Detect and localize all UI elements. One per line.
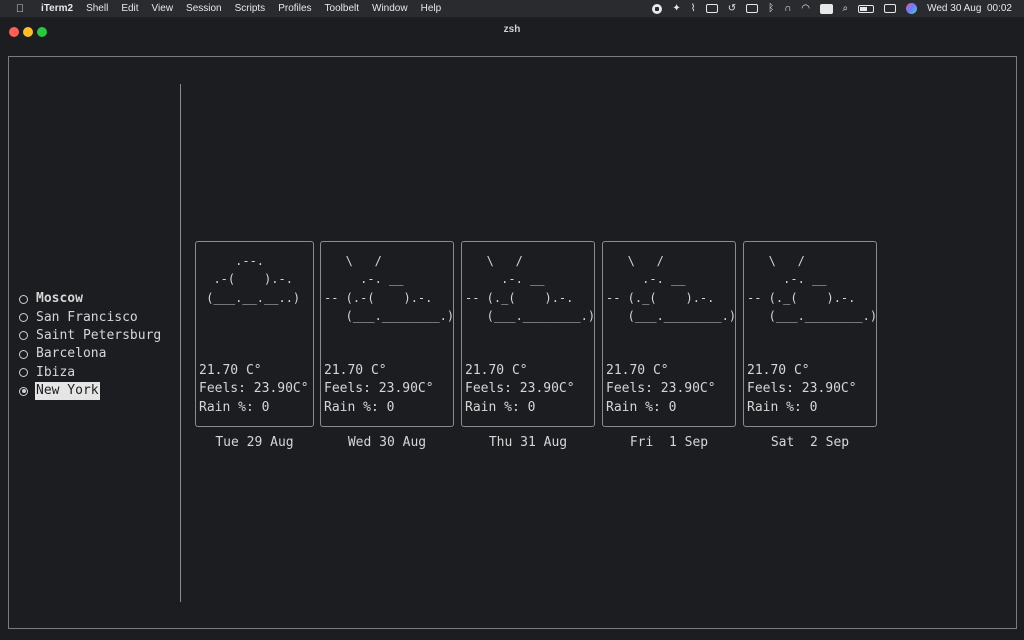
rain-chance: Rain %: 0 [747, 399, 818, 415]
radio-icon[interactable] [19, 313, 28, 323]
wifi-icon[interactable]: ◠ [801, 3, 810, 14]
forecast-card: \ / .-. __ -- (._( ).-. (___.________.) … [461, 241, 595, 427]
weather-ascii-icon: \ / .-. __ -- (.-( ).-. (___.________.) [324, 254, 455, 324]
city-item-ibiza[interactable]: Ibiza [19, 364, 162, 382]
weather-ascii-icon: \ / .-. __ -- (._( ).-. (___.________.) [747, 254, 878, 324]
menu-help[interactable]: Help [421, 3, 442, 14]
feels-like: Feels: 23.90C° [747, 381, 857, 397]
city-item-barcelona[interactable]: Barcelona [19, 345, 162, 363]
window-title: zsh [503, 24, 521, 35]
day-label: Wed 30 Aug [347, 435, 427, 450]
terminal-frame[interactable]: Moscow San Francisco Saint Petersburg Ba… [8, 56, 1017, 629]
menu-shell[interactable]: Shell [86, 3, 108, 14]
weather-values: 21.70 C° Feels: 23.90C° Rain %: 0 [465, 362, 575, 417]
control-center-icon[interactable] [884, 4, 897, 13]
forecast-card: \ / .-. __ -- (._( ).-. (___.________.) … [743, 241, 877, 427]
title-bar[interactable]: zsh [0, 18, 1024, 44]
city-list: Moscow San Francisco Saint Petersburg Ba… [19, 290, 162, 401]
forecast-card: .--. .-( ).-. (___.__.__..) 21.70 C° Fee… [195, 241, 314, 427]
day-label: Thu 31 Aug [488, 435, 568, 450]
weather-ascii-icon: \ / .-. __ -- (._( ).-. (___.________.) [606, 254, 737, 324]
temperature: 21.70 C° [324, 363, 387, 378]
menu-profiles[interactable]: Profiles [278, 3, 311, 14]
menu-view[interactable]: View [152, 3, 174, 14]
weather-values: 21.70 C° Feels: 23.90C° Rain %: 0 [324, 362, 434, 417]
day-label: Sat 2 Sep [770, 435, 850, 450]
forecast-card: \ / .-. __ -- (.-( ).-. (___.________.) … [320, 241, 454, 427]
paperclip-icon[interactable]: ⌇ [691, 3, 696, 14]
terminal-window: zsh Moscow San Francisco Saint Petersbur… [0, 18, 1024, 640]
keyboard-icon[interactable] [746, 4, 759, 13]
city-label: Moscow [36, 291, 83, 307]
city-label: San Francisco [36, 309, 138, 325]
day-label: Tue 29 Aug [215, 435, 294, 450]
menu-bar:  iTerm2 Shell Edit View Session Scripts… [0, 0, 1024, 17]
radio-icon[interactable] [19, 368, 28, 378]
radio-icon[interactable] [19, 331, 28, 341]
battery-icon[interactable] [858, 4, 875, 13]
menu-edit[interactable]: Edit [121, 3, 138, 14]
menu-app-name[interactable]: iTerm2 [41, 3, 73, 14]
weather-values: 21.70 C° Feels: 23.90C° Rain %: 0 [747, 362, 857, 417]
feels-like: Feels: 23.90C° [606, 381, 716, 397]
pane-divider [180, 84, 181, 602]
city-item-moscow[interactable]: Moscow [19, 290, 162, 308]
radio-icon[interactable] [19, 294, 28, 304]
input-source-icon[interactable]: A [820, 3, 833, 14]
temperature: 21.70 C° [465, 363, 528, 378]
menu-window[interactable]: Window [372, 3, 408, 14]
weather-ascii-icon: .--. .-( ).-. (___.__.__..) [206, 254, 301, 305]
weather-values: 21.70 C° Feels: 23.90C° Rain %: 0 [606, 362, 716, 417]
temperature: 21.70 C° [606, 363, 669, 378]
city-label: Ibiza [36, 364, 76, 380]
forecast-card: \ / .-. __ -- (._( ).-. (___.________.) … [602, 241, 736, 427]
temperature: 21.70 C° [199, 363, 262, 378]
city-label: New York [35, 382, 100, 401]
sidebar-icon[interactable] [705, 4, 718, 13]
menu-session[interactable]: Session [186, 3, 222, 14]
city-label: Barcelona [36, 346, 107, 362]
siri-icon[interactable] [906, 3, 918, 14]
rain-chance: Rain %: 0 [606, 399, 677, 415]
rain-chance: Rain %: 0 [324, 399, 395, 415]
city-item-san-francisco[interactable]: San Francisco [19, 308, 162, 326]
weather-ascii-icon: \ / .-. __ -- (._( ).-. (___.________.) [465, 254, 596, 324]
city-item-new-york[interactable]: New York [19, 382, 162, 401]
record-icon[interactable] [652, 3, 663, 14]
headphones-icon[interactable]: ∩ [784, 3, 791, 14]
radio-selected-icon[interactable] [19, 386, 28, 396]
rain-chance: Rain %: 0 [199, 399, 270, 415]
feels-like: Feels: 23.90C° [199, 381, 309, 397]
menu-scripts[interactable]: Scripts [235, 3, 266, 14]
weather-values: 21.70 C° Feels: 23.90C° Rain %: 0 [199, 362, 309, 417]
city-label: Saint Petersburg [36, 327, 162, 343]
feels-like: Feels: 23.90C° [324, 381, 434, 397]
sparkle-icon[interactable]: ✦ [672, 3, 680, 14]
day-label: Fri 1 Sep [629, 435, 709, 450]
rain-chance: Rain %: 0 [465, 399, 536, 415]
apple-menu-icon[interactable]:  [12, 3, 28, 15]
city-item-saint-petersburg[interactable]: Saint Petersburg [19, 327, 162, 345]
menu-clock[interactable]: Wed 30 Aug 00:02 [927, 3, 1012, 14]
feels-like: Feels: 23.90C° [465, 381, 575, 397]
temperature: 21.70 C° [747, 363, 810, 378]
search-icon[interactable]: ⌕ [843, 3, 849, 14]
status-area: ✦ ⌇ ↺ ᛒ ∩ ◠ A ⌕ Wed 30 Aug 00:02 [652, 0, 1012, 17]
bluetooth-icon[interactable]: ᛒ [768, 3, 774, 14]
radio-icon[interactable] [19, 349, 28, 359]
menu-toolbelt[interactable]: Toolbelt [325, 3, 359, 14]
time-machine-icon[interactable]: ↺ [728, 3, 736, 14]
